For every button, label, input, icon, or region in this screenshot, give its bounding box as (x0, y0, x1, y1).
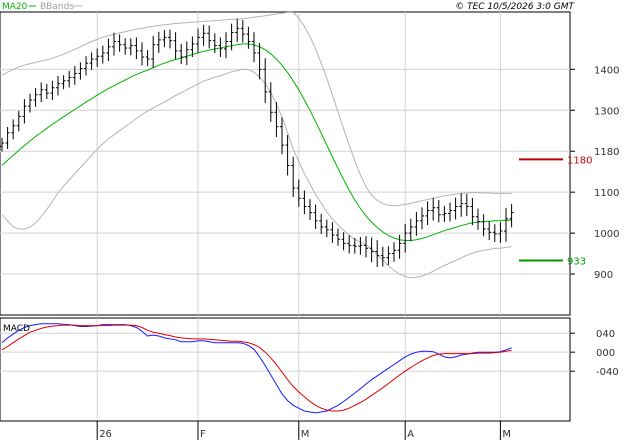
price-tick-label: 1400 (594, 65, 619, 76)
x-tick-label: A (407, 429, 414, 440)
price-tick-label: 1100 (594, 188, 619, 199)
level-label: 933 (567, 257, 586, 268)
x-tick-label: F (200, 429, 206, 440)
macd-tick-label: 000 (596, 348, 615, 359)
legend-ma20: MA20 (2, 2, 28, 12)
legend-bbands: BBands (40, 2, 74, 12)
macd-title: MACD (3, 324, 30, 334)
x-tick-label: M (301, 429, 310, 440)
x-axis: 26 F M A M (96, 421, 511, 440)
copyright-timestamp: © TEC 10/5/2026 3:0 GMT (455, 2, 575, 12)
price-tick-label: 1180 (594, 147, 619, 158)
x-tick-label: 26 (99, 429, 112, 440)
price-tick-label: 900 (594, 270, 613, 281)
macd-tick-label: -040 (596, 367, 619, 378)
level-label: 1180 (567, 155, 592, 166)
macd-tick-label: 040 (596, 329, 615, 340)
price-tick-label: 1000 (594, 229, 619, 240)
x-tick-label: M (502, 429, 511, 440)
macd-y-axis: 040 000 -040 (570, 329, 619, 378)
price-y-axis: 900 1000 1100 1180 1300 1400 (570, 65, 619, 281)
stock-chart: 1180 933 900 1000 1100 1180 1300 1400 040 000 -0… (0, 2, 619, 440)
price-tick-label: 1300 (594, 106, 619, 117)
